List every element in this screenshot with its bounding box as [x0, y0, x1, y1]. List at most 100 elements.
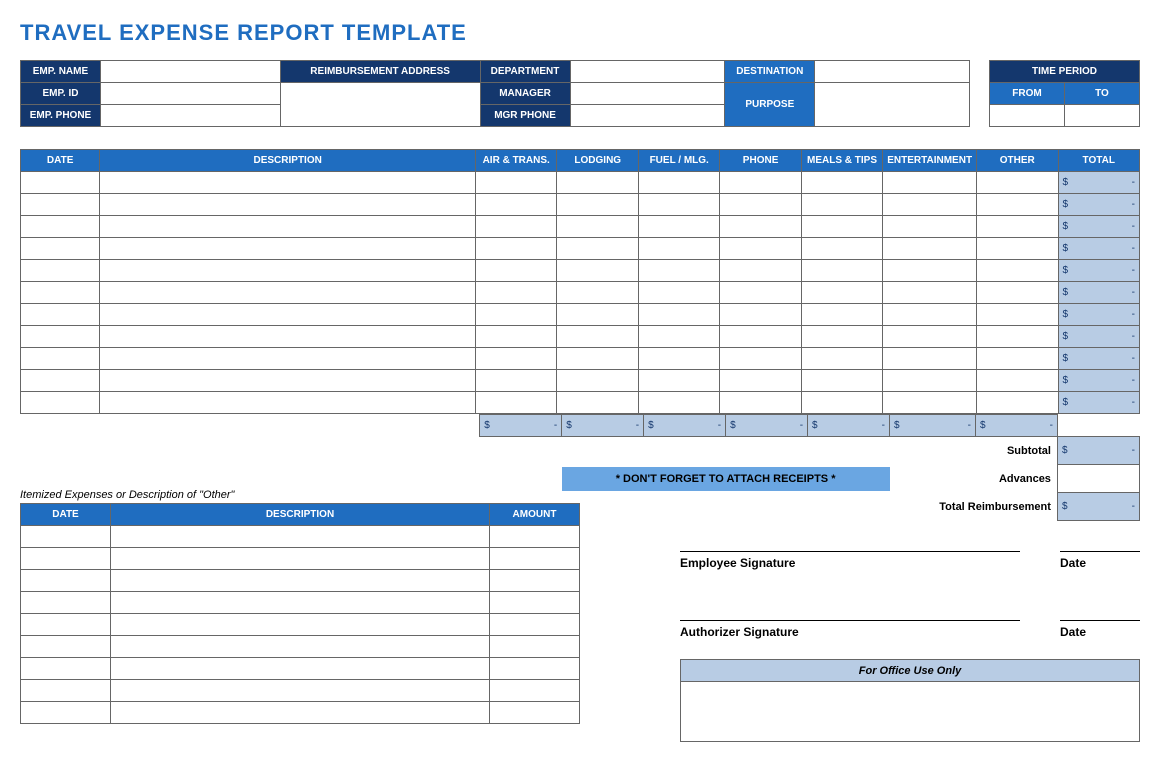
expense-cell[interactable]: [639, 304, 720, 326]
expense-cell[interactable]: [720, 326, 801, 348]
itemized-cell[interactable]: [21, 614, 111, 636]
itemized-cell[interactable]: [21, 658, 111, 680]
expense-cell[interactable]: [977, 304, 1058, 326]
expense-cell[interactable]: [557, 194, 639, 216]
expense-cell[interactable]: [801, 282, 882, 304]
mgr-phone-field[interactable]: [570, 105, 725, 127]
expense-cell[interactable]: [557, 282, 639, 304]
expense-cell[interactable]: [883, 348, 977, 370]
itemized-cell[interactable]: [111, 614, 490, 636]
expense-cell[interactable]: [977, 216, 1058, 238]
itemized-cell[interactable]: [490, 614, 580, 636]
itemized-cell[interactable]: [111, 680, 490, 702]
expense-cell[interactable]: [720, 370, 801, 392]
itemized-cell[interactable]: [111, 570, 490, 592]
itemized-cell[interactable]: [490, 570, 580, 592]
expense-cell[interactable]: [21, 326, 100, 348]
itemized-cell[interactable]: [21, 570, 111, 592]
expense-cell[interactable]: [801, 392, 882, 414]
expense-cell[interactable]: [475, 348, 556, 370]
itemized-cell[interactable]: [111, 658, 490, 680]
expense-cell[interactable]: [475, 282, 556, 304]
itemized-cell[interactable]: [111, 702, 490, 724]
purpose-field[interactable]: [815, 83, 970, 127]
expense-cell[interactable]: [100, 304, 476, 326]
expense-cell[interactable]: [883, 216, 977, 238]
itemized-cell[interactable]: [21, 680, 111, 702]
expense-cell[interactable]: [883, 282, 977, 304]
expense-cell[interactable]: [883, 172, 977, 194]
expense-cell[interactable]: [21, 370, 100, 392]
expense-cell[interactable]: [557, 260, 639, 282]
itemized-cell[interactable]: [21, 592, 111, 614]
from-field[interactable]: [990, 105, 1065, 127]
expense-cell[interactable]: [475, 326, 556, 348]
department-field[interactable]: [570, 61, 725, 83]
expense-cell[interactable]: [475, 216, 556, 238]
emp-id-field[interactable]: [100, 83, 280, 105]
expense-cell[interactable]: [475, 238, 556, 260]
expense-cell[interactable]: [100, 238, 476, 260]
expense-cell[interactable]: [100, 260, 476, 282]
expense-cell[interactable]: [100, 282, 476, 304]
itemized-cell[interactable]: [111, 548, 490, 570]
office-use-field[interactable]: [681, 682, 1140, 742]
expense-cell[interactable]: [21, 260, 100, 282]
expense-cell[interactable]: [100, 348, 476, 370]
expense-cell[interactable]: [475, 370, 556, 392]
expense-cell[interactable]: [475, 392, 556, 414]
itemized-cell[interactable]: [490, 548, 580, 570]
itemized-cell[interactable]: [490, 680, 580, 702]
expense-cell[interactable]: [557, 304, 639, 326]
expense-cell[interactable]: [720, 260, 801, 282]
expense-cell[interactable]: [883, 304, 977, 326]
expense-cell[interactable]: [883, 392, 977, 414]
expense-cell[interactable]: [801, 172, 882, 194]
expense-cell[interactable]: [801, 238, 882, 260]
expense-cell[interactable]: [475, 194, 556, 216]
expense-cell[interactable]: [720, 238, 801, 260]
expense-cell[interactable]: [720, 216, 801, 238]
itemized-cell[interactable]: [490, 658, 580, 680]
itemized-cell[interactable]: [111, 526, 490, 548]
expense-cell[interactable]: [801, 370, 882, 392]
expense-cell[interactable]: [100, 194, 476, 216]
itemized-cell[interactable]: [490, 526, 580, 548]
itemized-cell[interactable]: [21, 636, 111, 658]
expense-cell[interactable]: [100, 172, 476, 194]
expense-cell[interactable]: [557, 172, 639, 194]
expense-cell[interactable]: [977, 282, 1058, 304]
expense-cell[interactable]: [720, 194, 801, 216]
expense-cell[interactable]: [801, 304, 882, 326]
expense-cell[interactable]: [475, 260, 556, 282]
expense-cell[interactable]: [977, 260, 1058, 282]
expense-cell[interactable]: [475, 172, 556, 194]
expense-cell[interactable]: [720, 282, 801, 304]
expense-cell[interactable]: [883, 260, 977, 282]
expense-cell[interactable]: [639, 348, 720, 370]
expense-cell[interactable]: [639, 260, 720, 282]
expense-cell[interactable]: [21, 348, 100, 370]
expense-cell[interactable]: [100, 392, 476, 414]
expense-cell[interactable]: [801, 348, 882, 370]
destination-field[interactable]: [815, 61, 970, 83]
expense-cell[interactable]: [639, 172, 720, 194]
expense-cell[interactable]: [21, 282, 100, 304]
itemized-cell[interactable]: [21, 702, 111, 724]
expense-cell[interactable]: [21, 194, 100, 216]
expense-cell[interactable]: [639, 282, 720, 304]
expense-cell[interactable]: [801, 194, 882, 216]
expense-cell[interactable]: [21, 304, 100, 326]
expense-cell[interactable]: [475, 304, 556, 326]
expense-cell[interactable]: [557, 392, 639, 414]
itemized-cell[interactable]: [21, 548, 111, 570]
expense-cell[interactable]: [639, 216, 720, 238]
expense-cell[interactable]: [100, 326, 476, 348]
expense-cell[interactable]: [883, 370, 977, 392]
expense-cell[interactable]: [801, 326, 882, 348]
itemized-cell[interactable]: [490, 592, 580, 614]
expense-cell[interactable]: [639, 392, 720, 414]
emp-phone-field[interactable]: [100, 105, 280, 127]
expense-cell[interactable]: [977, 194, 1058, 216]
expense-cell[interactable]: [100, 370, 476, 392]
